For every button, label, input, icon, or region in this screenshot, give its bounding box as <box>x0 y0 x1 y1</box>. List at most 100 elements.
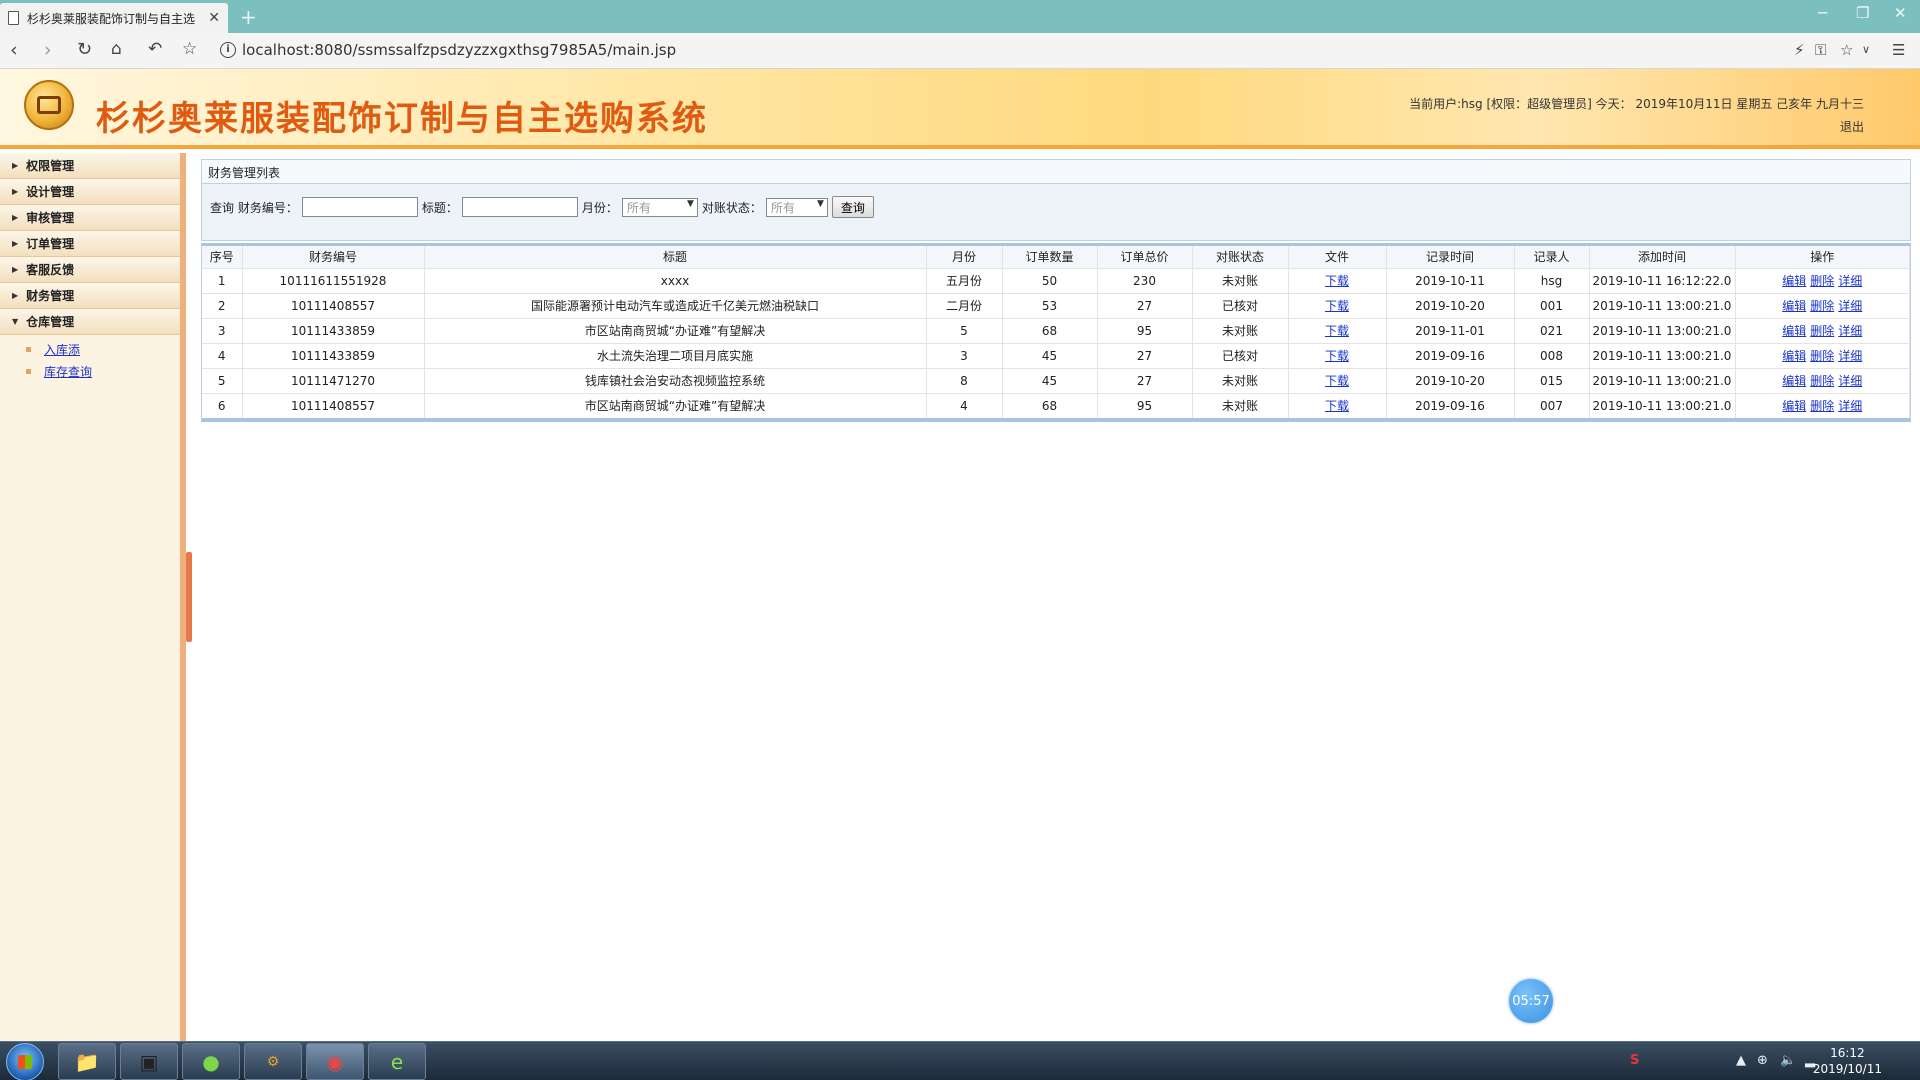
delete-link[interactable]: 删除 <box>1810 349 1834 363</box>
edit-link[interactable]: 编辑 <box>1782 349 1806 363</box>
download-link[interactable]: 下载 <box>1325 274 1349 288</box>
detail-link[interactable]: 详细 <box>1838 324 1862 338</box>
detail-link[interactable]: 详细 <box>1838 349 1862 363</box>
sidebar-subitem-stock-query[interactable]: 库存查询 <box>0 360 180 382</box>
lightning-icon[interactable]: ⚡ <box>1794 41 1805 59</box>
cell-month: 8 <box>926 367 1003 393</box>
delete-link[interactable]: 删除 <box>1810 399 1834 413</box>
delete-link[interactable]: 删除 <box>1810 324 1834 338</box>
address-bar: ‹ › ↻ ⌂ ↶ ☆ i localhost:8080/ssmssalfzps… <box>0 33 1920 69</box>
cell-total: 230 <box>1097 267 1193 293</box>
site-info-icon[interactable]: i <box>220 42 236 58</box>
chevron-down-icon: ▼ <box>816 198 824 209</box>
chrome-icon[interactable]: ◉ <box>306 1043 364 1080</box>
caret-right-icon: ▶ <box>12 291 19 300</box>
sidebar-item-label: 设计管理 <box>26 185 75 199</box>
taskbar-clock[interactable]: 16:12 2019/10/11 <box>1813 1045 1882 1077</box>
undo-icon[interactable]: ↶ <box>148 39 162 59</box>
new-tab-icon[interactable]: + <box>240 5 257 29</box>
forward-icon[interactable]: › <box>44 39 52 61</box>
sidebar-item-design[interactable]: ▶ 设计管理 <box>0 179 180 205</box>
java-ee-icon[interactable]: ⚙ <box>244 1043 302 1080</box>
floating-timer[interactable]: 05:57 <box>1509 979 1553 1023</box>
sidebar-collapse-handle[interactable] <box>186 552 192 642</box>
input-method-icon[interactable]: S <box>1630 1053 1639 1068</box>
cell-file: 下载 <box>1288 392 1387 418</box>
edit-link[interactable]: 编辑 <box>1782 274 1806 288</box>
col-header: 文件 <box>1288 246 1387 268</box>
cell-title: 市区站南商贸城“办证难”有望解决 <box>424 392 927 418</box>
bullet-icon <box>26 346 31 352</box>
sidebar-item-feedback[interactable]: ▶ 客服反馈 <box>0 257 180 283</box>
detail-link[interactable]: 详细 <box>1838 374 1862 388</box>
finance-code-input[interactable] <box>301 197 418 217</box>
cell-code: 10111611551928 <box>242 267 425 293</box>
col-header: 操作 <box>1735 246 1910 268</box>
sidebar-item-finance[interactable]: ▶ 财务管理 <box>0 283 180 309</box>
cell-qty: 45 <box>1002 367 1098 393</box>
reload-icon[interactable]: ↻ <box>77 39 92 60</box>
col-header: 订单数量 <box>1002 246 1098 268</box>
detail-link[interactable]: 详细 <box>1838 399 1862 413</box>
logout-link[interactable]: 退出 <box>1840 118 1864 135</box>
edit-link[interactable]: 编辑 <box>1782 399 1806 413</box>
cell-title: 水土流失治理二项目月底实施 <box>424 342 927 368</box>
cell-title: 市区站南商贸城“办证难”有望解决 <box>424 317 927 343</box>
delete-link[interactable]: 删除 <box>1810 274 1834 288</box>
app-window-icon[interactable]: ▣ <box>120 1043 178 1080</box>
key-icon[interactable]: ⚿ <box>1815 41 1826 59</box>
logo-icon <box>24 80 74 130</box>
sidebar-subitem-label[interactable]: 库存查询 <box>44 363 92 380</box>
sidebar-subitem-label[interactable]: 入库添 <box>44 341 80 358</box>
tray-up-arrow-icon[interactable]: ▲ <box>1736 1053 1746 1068</box>
edit-link[interactable]: 编辑 <box>1782 324 1806 338</box>
cell-status: 已核对 <box>1192 292 1289 318</box>
minimize-icon[interactable]: ─ <box>1818 4 1827 22</box>
status-select[interactable]: 所有 ▼ <box>765 197 828 217</box>
cell-recorder: 021 <box>1514 317 1590 343</box>
chevron-down-icon[interactable]: ∨ <box>1862 43 1870 56</box>
title-input[interactable] <box>461 197 578 217</box>
edit-link[interactable]: 编辑 <box>1782 299 1806 313</box>
table-row: 6 10111408557 市区站南商贸城“办证难”有望解决 4 68 95 未对账 下载 20… <box>202 392 1910 418</box>
green-e-icon[interactable]: e <box>368 1043 426 1080</box>
home-icon[interactable]: ⌂ <box>111 39 122 59</box>
cell-code: 10111471270 <box>242 367 425 393</box>
detail-link[interactable]: 详细 <box>1838 274 1862 288</box>
month-select[interactable]: 所有 ▼ <box>621 197 698 217</box>
back-icon[interactable]: ‹ <box>10 39 18 61</box>
finance-table: 序号 财务编号 标题 月份 订单数量 订单总价 对账状态 文件 记录时间 记录人… <box>201 243 1911 422</box>
sidebar-item-label: 客服反馈 <box>26 263 75 277</box>
download-link[interactable]: 下载 <box>1325 349 1349 363</box>
download-link[interactable]: 下载 <box>1325 374 1349 388</box>
menu-icon[interactable]: ☰ <box>1892 41 1905 59</box>
cell-title: xxxx <box>424 267 927 293</box>
search-button[interactable]: 查询 <box>831 196 874 218</box>
sidebar-item-orders[interactable]: ▶ 订单管理 <box>0 231 180 257</box>
volume-icon[interactable]: 🔈 <box>1780 1053 1796 1068</box>
sidebar-item-permissions[interactable]: ▶ 权限管理 <box>0 153 180 179</box>
start-button[interactable] <box>6 1043 44 1080</box>
maximize-icon[interactable]: ❐ <box>1856 4 1869 22</box>
download-link[interactable]: 下载 <box>1325 399 1349 413</box>
delete-link[interactable]: 删除 <box>1810 374 1834 388</box>
url-field[interactable]: localhost:8080/ssmssalfzpsdzyzzxgxthsg79… <box>242 41 676 59</box>
detail-link[interactable]: 详细 <box>1838 299 1862 313</box>
cell-file: 下载 <box>1288 367 1387 393</box>
close-tab-icon[interactable]: ✕ <box>208 10 220 26</box>
sidebar-item-review[interactable]: ▶ 审核管理 <box>0 205 180 231</box>
delete-link[interactable]: 删除 <box>1810 299 1834 313</box>
sidebar-subitem-stock-in[interactable]: 入库添 <box>0 338 180 360</box>
browser-tab[interactable]: 杉杉奥莱服装配饰订制与自主选 ✕ <box>0 3 228 33</box>
cell-no: 3 <box>202 317 243 343</box>
network-icon[interactable]: ⊕ <box>1757 1053 1768 1068</box>
file-explorer-icon[interactable]: 📁 <box>58 1043 116 1080</box>
sidebar-item-warehouse[interactable]: ▼ 仓库管理 <box>0 309 180 335</box>
green-app-icon[interactable]: ● <box>182 1043 240 1080</box>
edit-link[interactable]: 编辑 <box>1782 374 1806 388</box>
bookmark-star-icon[interactable]: ☆ <box>182 39 197 59</box>
download-link[interactable]: 下载 <box>1325 299 1349 313</box>
star-icon[interactable]: ☆ <box>1840 41 1853 59</box>
download-link[interactable]: 下载 <box>1325 324 1349 338</box>
close-window-icon[interactable]: ✕ <box>1894 4 1907 22</box>
